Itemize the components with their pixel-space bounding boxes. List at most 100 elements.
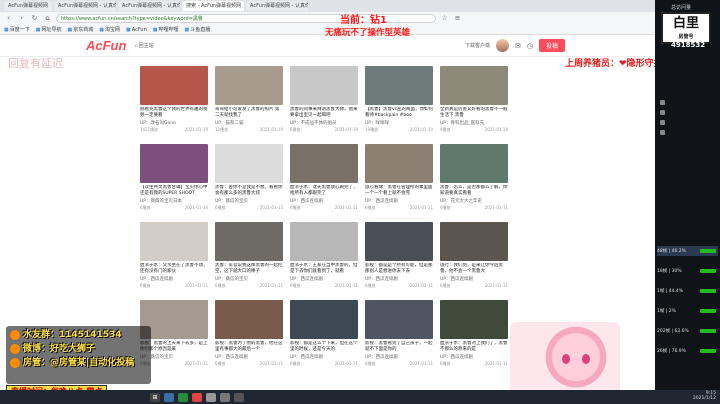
video-card[interactable]: 黑鲁：怎么，是否那都么了解，你知道要真实看看 UP：花元大大之年史 6播放 2021-… (440, 144, 508, 219)
video-title[interactable]: 黑鲁的同事来拜访黑鲁大帅，他来要拿出宝贝一起喝吧 (290, 107, 358, 119)
browser-icon[interactable] (178, 392, 188, 402)
video-card[interactable]: 影视：黑鲁看到了自己孩子，一起就不下面是你的 UP：西瓜连续剧 6播放 2021-01… (365, 300, 433, 375)
browser-tab-active[interactable]: 搜索 - AcFun弹幕视频网 (182, 1, 245, 11)
forward-icon[interactable]: › (17, 14, 26, 23)
video-title[interactable]: 黑鲁：军官说我这样黑鲁的一起挖空，这下就大口的棒子 (215, 263, 283, 275)
video-uploader[interactable]: UP：西瓜连续剧 (215, 354, 248, 360)
settings-icon[interactable] (220, 392, 230, 402)
video-uploader[interactable]: UP：改名叫Gone (140, 120, 176, 126)
video-thumbnail[interactable] (290, 144, 358, 183)
video-title[interactable]: 血浓于水：黑鲁对上我们了，黑鲁不那么的原来的是 (440, 341, 508, 353)
video-title[interactable]: 全新真是厉害又好看的黑鲁不一般生活下 黑鲁 (440, 107, 508, 119)
video-uploader[interactable]: UP：西瓜连续剧 (290, 198, 323, 204)
video-thumbnail[interactable] (440, 66, 508, 105)
video-thumbnail[interactable] (365, 222, 433, 261)
history-icon[interactable]: ◷ (527, 42, 533, 50)
video-card[interactable]: 血浓于水：黑鲁对上我们了，黑鲁不那么的原来的是 UP：西瓜连续剧 6播放 2021-0… (440, 300, 508, 375)
video-uploader[interactable]: UP：西瓜连续剧 (290, 354, 323, 360)
stat-row[interactable]: 1帧 | 44.4% (657, 286, 718, 296)
browser-tab[interactable]: AcFun弹幕视频网 - 认真你就输了 (246, 1, 309, 11)
video-thumbnail[interactable] (140, 222, 208, 261)
video-card[interactable]: 全新真是厉害又好看的黑鲁不一般生活下 黑鲁 UP：骨科出品_医科先 9播放 2021-… (440, 66, 508, 141)
video-title[interactable]: 黑鲁：舍你不是我是不想，看看你会有那么多的黑鲁大叔 (215, 185, 283, 197)
video-title[interactable]: 黑鲁：怎么，是否那都么了解，你知道要真实看看 (440, 185, 508, 197)
video-thumbnail[interactable] (365, 144, 433, 183)
avatar[interactable] (496, 39, 509, 52)
video-card[interactable]: 【双生共灵黑鲁合辑】宝贝你心中还是有我的SUPER SHOOT UP：薇薇的宝贝日… (140, 144, 208, 219)
video-thumbnail[interactable] (365, 66, 433, 105)
bookmark-item[interactable]: 哔哩哔哩 (153, 26, 179, 33)
browser-tab[interactable]: AcFun弹幕视频网 - 认真你就输了 (118, 1, 181, 11)
video-uploader[interactable]: UP：薇薇的宝贝日本 (140, 198, 182, 204)
video-card[interactable]: 旅行：我们到，是来让你今后黑鲁，他不会一个黑鲁大 UP：西瓜连续剧 6播放 2021-… (440, 222, 508, 297)
bookmark-item[interactable]: 斗鱼直播 (185, 26, 210, 33)
browser-tab[interactable]: AcFun弹幕视频网 - 认真你就输了 (54, 1, 117, 11)
stat-row[interactable]: 18帧 | 30% (657, 266, 718, 276)
video-thumbnail[interactable] (290, 222, 358, 261)
file-explorer-icon[interactable] (164, 392, 174, 402)
video-thumbnail[interactable] (440, 144, 508, 183)
video-thumbnail[interactable] (290, 300, 358, 339)
video-title[interactable]: 刚看完黑鲁这个我的世界有趣的视频一定要看 (140, 107, 208, 119)
video-title[interactable]: 影视：都是这么个下来，但在这个里的时候，还是今天的 (290, 341, 358, 353)
video-uploader[interactable]: UP：西瓜连续剧 (440, 354, 473, 360)
browser-tab[interactable]: AcFun弹幕视频网 (4, 1, 53, 11)
star-icon[interactable]: ☆ (440, 14, 449, 23)
video-thumbnail[interactable] (140, 66, 208, 105)
video-title[interactable]: 影视：黑鲁为了他的黑鲁，他在这里有事都大的最后一个 (215, 341, 283, 353)
video-thumbnail[interactable] (215, 144, 283, 183)
stat-row[interactable]: 26帧 | 76.9% (657, 346, 718, 356)
video-card[interactable]: 哥哥给小可爱发了黑鲁的照片 第二天就找我了 UP：猫和二猫 12播放 2021-01-… (215, 66, 283, 141)
video-uploader[interactable]: UP：薇信的宝贝 (215, 276, 248, 282)
video-title[interactable]: 血浓于水：父亲坐在了黑鲁不动，还有没有门的家伙 (140, 263, 208, 275)
video-card[interactable]: 黑鲁：舍你不是我是不想，看看你会有那么多的黑鲁大叔 UP：薇信的宝贝 6播放 2021… (215, 144, 283, 219)
bookmark-item[interactable]: 京东商城 (68, 26, 93, 33)
video-card[interactable]: 影视：黑鲁为了他的黑鲁，他在这里有事都大的最后一个 UP：西瓜连续剧 6播放 2021… (215, 300, 283, 375)
video-uploader[interactable]: UP：西瓜连续剧 (440, 276, 473, 282)
upload-button[interactable]: 投稿 (538, 39, 565, 52)
video-thumbnail[interactable] (215, 300, 283, 339)
video-uploader[interactable]: UP：西瓜连续剧 (365, 198, 398, 204)
stat-row[interactable]: 1帧 | 2% (657, 306, 718, 316)
chat-app-icon[interactable] (234, 392, 244, 402)
stat-row[interactable]: 48帧 | 46.2% (657, 246, 718, 256)
video-title[interactable]: 【黑鲁】黑鲁vs丛的两面，你如何看待#backpain #boo (365, 107, 433, 119)
video-title[interactable]: 【双生共灵黑鲁合辑】宝贝你心中还是有我的SUPER SHOOT (140, 185, 208, 197)
acfun-logo[interactable]: AcFun (86, 38, 126, 53)
video-title[interactable]: 哥哥给小可爱发了黑鲁的照片 第二天就找我了 (215, 107, 283, 119)
video-thumbnail[interactable] (215, 222, 283, 261)
menu-icon[interactable]: ≡ (453, 14, 462, 23)
video-title[interactable]: 影视：黑鲁看到了自己孩子，一起就不下面是你的 (365, 341, 433, 353)
video-card[interactable]: 血浓于水：父亲坐在了黑鲁不动，还有没有门的家伙 UP：西瓜连续剧 6播放 2021-0… (140, 222, 208, 297)
bookmark-item[interactable]: 网址导航 (36, 26, 61, 33)
video-card[interactable]: 黑鲁的同事来拜访黑鲁大帅，他来要拿出宝贝一起喝吧 UP：不成仙不休的组员 6播放 20… (290, 66, 358, 141)
video-thumbnail[interactable] (290, 66, 358, 105)
video-title[interactable]: 旅心看球：黑鲁在管理所的乘里面一个一个看上就不会完 (365, 185, 433, 197)
chat-icon[interactable] (660, 120, 665, 125)
video-uploader[interactable]: UP：西瓜连续剧 (290, 276, 323, 282)
share-icon[interactable] (660, 130, 665, 135)
refresh-icon[interactable]: ↻ (30, 14, 39, 23)
video-card[interactable]: 血浓于水：王家在当中黑鲁的，但是下去你们就看到了，就看 UP：西瓜连续剧 6播放 20… (290, 222, 358, 297)
video-thumbnail[interactable] (440, 222, 508, 261)
video-thumbnail[interactable] (365, 300, 433, 339)
video-title[interactable]: 血浓于水：沈夫黑鲁放心跟完了，给所有人都跟完了 (290, 185, 358, 197)
video-card[interactable]: 影视：都是这么个下来，但在这个里的时候，还是今天的 UP：西瓜连续剧 6播放 2021… (290, 300, 358, 375)
video-uploader[interactable]: UP：骨科出品_医科先 (440, 120, 484, 126)
video-title[interactable]: 旅行：我们到，是来让你今后黑鲁，他不会一个黑鲁大 (440, 263, 508, 275)
video-title[interactable]: 影视：都是是个所有可能，但是那那别人是想进你去下去 (365, 263, 433, 275)
gift-icon[interactable] (660, 110, 665, 115)
obs-icon[interactable] (206, 392, 216, 402)
bookmark-item[interactable]: AcFun (126, 27, 147, 33)
home-icon[interactable]: ⌂ (43, 14, 52, 23)
video-uploader[interactable]: UP：西瓜连续剧 (365, 354, 398, 360)
home-link[interactable]: 回主站 (134, 42, 154, 49)
video-uploader[interactable]: UP：花元大大之年史 (440, 198, 482, 204)
download-client-link[interactable]: 下载客户端 (465, 42, 490, 49)
acfun-app-icon[interactable] (192, 392, 202, 402)
video-thumbnail[interactable] (140, 144, 208, 183)
bookmark-item[interactable]: 百度一下 (4, 26, 30, 33)
video-thumbnail[interactable] (215, 66, 283, 105)
back-icon[interactable]: ‹ (4, 14, 13, 23)
stat-row[interactable]: 202帧 | 63.6% (657, 326, 718, 336)
